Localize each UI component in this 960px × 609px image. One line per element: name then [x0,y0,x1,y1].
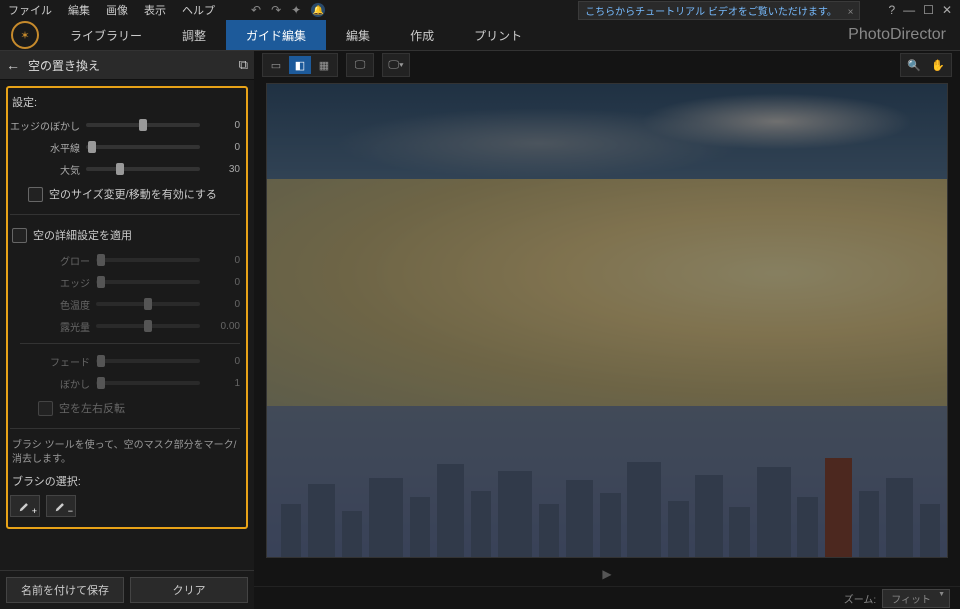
redo-icon[interactable]: ↷ [271,3,281,17]
horizon-label: 水平線 [10,140,80,155]
close-icon[interactable]: ✕ [942,3,952,17]
tab-guided[interactable]: ガイド編集 [226,20,326,50]
preview-image [267,84,947,557]
horizon-slider[interactable] [86,145,200,149]
view-mode-group: ▭ ◧ ▦ [262,53,338,77]
flip-check: 空を左右反転 [20,394,240,422]
horizon-value: 0 [206,142,240,153]
menu-help[interactable]: ヘルプ [182,2,215,18]
view-grid-icon[interactable]: ▦ [313,56,335,74]
tab-edit[interactable]: 編集 [326,20,390,50]
view-compare-icon[interactable]: ◧ [289,56,311,74]
edge-blur-slider[interactable] [86,123,200,127]
save-button[interactable]: 名前を付けて保存 [6,577,124,603]
panel-title: 空の置き換え [28,57,231,74]
menu-view[interactable]: 表示 [144,2,166,18]
view-single-icon[interactable]: ▭ [265,56,287,74]
tab-create[interactable]: 作成 [390,20,454,50]
export-icon[interactable]: ⧉ [239,57,248,73]
edge-label: エッジ [20,275,90,290]
atmosphere-slider[interactable] [86,167,200,171]
edge-blur-value: 0 [206,120,240,131]
atmosphere-value: 30 [206,164,240,175]
menu-edit[interactable]: 編集 [68,2,90,18]
brush-description: ブラシ ツールを使って、空のマスク部分をマーク/消去します。 [10,435,240,471]
glow-value: 0 [206,255,240,266]
blur-slider [96,381,200,385]
clear-button[interactable]: クリア [130,577,248,603]
exposure-value: 0.00 [206,321,240,332]
atmosphere-label: 大気 [10,162,80,177]
checkbox-icon[interactable] [28,187,43,202]
zoom-label: ズーム: [844,591,876,606]
temp-slider [96,302,200,306]
fade-value: 0 [206,356,240,367]
back-icon[interactable]: ← [6,57,20,73]
tutorial-text: こちらからチュートリアル ビデオをご覧いただけます。 [585,7,837,18]
edge-slider [96,280,200,284]
brush-select-label: ブラシの選択: [12,473,240,489]
blur-label: ぼかし [20,376,90,391]
gear-icon[interactable]: ✦ [291,3,301,17]
fade-slider [96,359,200,363]
edge-blur-label: エッジのぼかし [10,118,80,133]
blur-value: 1 [206,378,240,389]
brush-add[interactable]: + [10,495,40,517]
bell-icon[interactable]: 🔔 [311,3,325,17]
display-group: 🖵 [346,53,374,77]
checkbox-icon [38,401,53,416]
undo-icon[interactable]: ↶ [251,3,261,17]
apply-detail-check[interactable]: 空の詳細設定を適用 [10,221,240,249]
exposure-label: 露光量 [20,319,90,334]
enable-resize-check[interactable]: 空のサイズ変更/移動を有効にする [10,180,240,208]
exposure-slider [96,324,200,328]
monitor-dropdown-icon[interactable]: 🖵▾ [385,56,407,74]
canvas-preview[interactable] [266,83,948,558]
temp-value: 0 [206,299,240,310]
app-logo: ✶ [0,21,50,49]
edge-value: 0 [206,277,240,288]
minimize-icon[interactable]: — [903,3,915,17]
help-icon[interactable]: ? [888,3,895,17]
menu-file[interactable]: ファイル [8,2,52,18]
monitor-group: 🖵▾ [382,53,410,77]
highlighted-settings: 設定: エッジのぼかし 0 水平線 0 大気 30 [6,86,248,529]
tutorial-close-icon[interactable]: × [848,7,854,18]
glow-slider [96,258,200,262]
hand-icon[interactable]: ✋ [927,56,949,74]
menu-image[interactable]: 画像 [106,2,128,18]
maximize-icon[interactable]: ☐ [923,3,934,17]
tab-adjust[interactable]: 調整 [162,20,226,50]
zoom-select[interactable]: フィット [882,589,950,608]
right-tools: 🔍 ✋ [900,53,952,77]
brand-label: PhotoDirector [848,26,946,44]
tutorial-banner[interactable]: こちらからチュートリアル ビデオをご覧いただけます。 × [578,1,860,20]
magnify-icon[interactable]: 🔍 [903,56,925,74]
glow-label: グロー [20,253,90,268]
monitor-icon[interactable]: 🖵 [349,56,371,74]
fade-label: フェード [20,354,90,369]
settings-label: 設定: [12,94,240,110]
checkbox-icon[interactable] [12,228,27,243]
tab-print[interactable]: プリント [454,20,542,50]
temp-label: 色温度 [20,297,90,312]
brush-remove[interactable]: − [46,495,76,517]
tab-library[interactable]: ライブラリー [50,20,162,50]
play-button[interactable]: ▶ [254,562,960,586]
